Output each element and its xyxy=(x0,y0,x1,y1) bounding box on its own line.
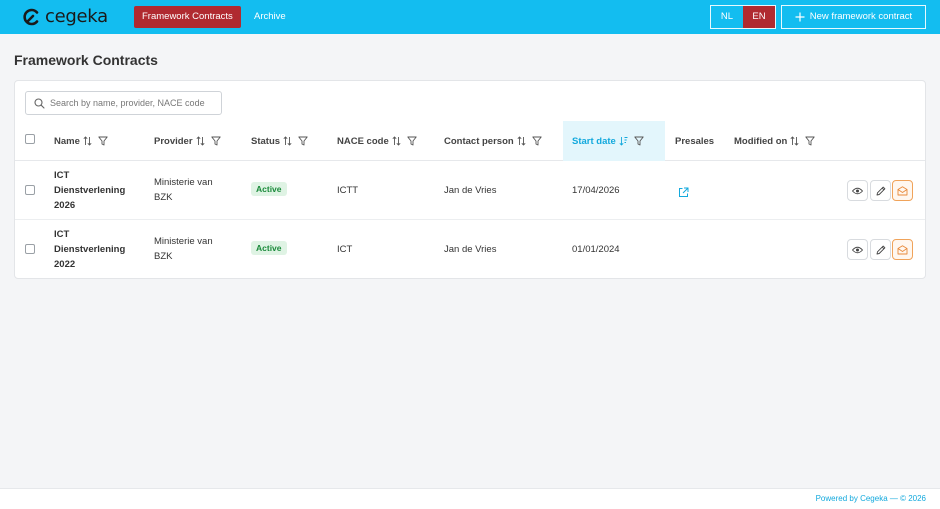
contact-person: Jan de Vries xyxy=(444,244,497,255)
cegeka-logo[interactable]: cegeka xyxy=(22,6,108,28)
sort-icon[interactable] xyxy=(517,136,526,146)
provider-line: BZK xyxy=(154,251,173,262)
column-header-name[interactable]: Name xyxy=(54,121,108,161)
view-button[interactable] xyxy=(847,239,868,260)
column-header-presales-label: Presales xyxy=(675,135,715,147)
eye-icon xyxy=(852,246,863,253)
column-header-modified-on[interactable]: Modified on xyxy=(734,121,815,161)
contract-name[interactable]: ICT Dienstverlening 2026 xyxy=(54,168,125,213)
language-nl-button[interactable]: NL xyxy=(711,6,743,28)
edit-button[interactable] xyxy=(870,180,891,201)
filter-icon[interactable] xyxy=(634,136,644,146)
footer: Powered by Cegeka — © 2026 xyxy=(0,488,940,509)
search-box xyxy=(25,91,222,115)
column-header-nace-code[interactable]: NACE code xyxy=(337,121,417,161)
contract-name-line: 2022 xyxy=(54,259,76,270)
pencil-icon xyxy=(876,245,885,254)
filter-icon[interactable] xyxy=(805,136,815,146)
pencil-icon xyxy=(876,186,885,195)
sort-icon[interactable] xyxy=(392,136,401,146)
provider-line: Ministerie van xyxy=(154,177,213,188)
status-badge: Active xyxy=(251,182,287,196)
column-header-contact-person[interactable]: Contact person xyxy=(444,121,542,161)
column-header-provider[interactable]: Provider xyxy=(154,121,221,161)
plus-icon xyxy=(795,12,805,22)
language-switcher: NL EN xyxy=(710,5,776,29)
cegeka-logo-mark-icon xyxy=(23,8,39,26)
sort-icon[interactable] xyxy=(790,136,799,146)
provider: Ministerie van BZK xyxy=(154,175,213,205)
column-header-start-date-label: Start date xyxy=(572,135,616,147)
contact-person: Jan de Vries xyxy=(444,185,497,196)
contract-name-line: 2026 xyxy=(54,200,76,211)
row-checkbox[interactable] xyxy=(25,185,35,195)
column-header-contact-person-label: Contact person xyxy=(444,135,514,147)
search-icon xyxy=(34,98,45,109)
row-checkbox[interactable] xyxy=(25,244,35,254)
external-link-icon[interactable] xyxy=(678,185,689,203)
footer-powered-by[interactable]: Powered by Cegeka — © 2026 xyxy=(816,494,926,503)
contract-name-line: ICT xyxy=(54,229,70,240)
filter-icon[interactable] xyxy=(298,136,308,146)
column-header-status[interactable]: Status xyxy=(251,121,308,161)
filter-icon[interactable] xyxy=(407,136,417,146)
status-badge: Active xyxy=(251,241,287,255)
contract-name-line: ICT xyxy=(54,170,70,181)
new-framework-contract-label: New framework contract xyxy=(809,11,913,22)
view-button[interactable] xyxy=(847,180,868,201)
mail-button[interactable] xyxy=(892,180,913,201)
mail-icon xyxy=(897,185,908,195)
page-title: Framework Contracts xyxy=(14,52,158,68)
mail-button[interactable] xyxy=(892,239,913,260)
table-header: Name Provider Status NACE code Contact p… xyxy=(15,121,925,161)
nace-code: ICT xyxy=(337,244,353,255)
contract-name-line: Dienstverlening xyxy=(54,185,126,196)
new-framework-contract-button[interactable]: New framework contract xyxy=(781,5,926,29)
filter-icon[interactable] xyxy=(532,136,542,146)
select-all-checkbox[interactable] xyxy=(25,134,35,144)
filter-icon[interactable] xyxy=(210,136,221,146)
table-row[interactable]: ICT Dienstverlening 2026 Ministerie van … xyxy=(15,161,925,220)
language-en-button[interactable]: EN xyxy=(743,6,775,28)
provider-line: Ministerie van xyxy=(154,236,213,247)
sort-icon[interactable] xyxy=(83,136,92,146)
contracts-table-card: Name Provider Status NACE code Contact p… xyxy=(14,80,926,279)
eye-icon xyxy=(852,187,863,194)
provider: Ministerie van BZK xyxy=(154,234,213,264)
filter-icon[interactable] xyxy=(98,136,108,146)
provider-line: BZK xyxy=(154,192,173,203)
nace-code: ICTT xyxy=(337,185,359,196)
sort-icon[interactable] xyxy=(283,136,292,146)
nav-framework-contracts[interactable]: Framework Contracts xyxy=(134,6,241,28)
contract-name-line: Dienstverlening xyxy=(54,244,126,255)
edit-button[interactable] xyxy=(870,239,891,260)
contract-name[interactable]: ICT Dienstverlening 2022 xyxy=(54,227,125,272)
sort-icon[interactable] xyxy=(196,136,205,146)
mail-icon xyxy=(897,244,908,254)
search-input[interactable] xyxy=(50,94,218,112)
start-date: 01/01/2024 xyxy=(572,244,620,255)
column-header-presales: Presales xyxy=(675,121,714,161)
column-header-modified-on-label: Modified on xyxy=(734,135,788,147)
nav-archive[interactable]: Archive xyxy=(254,6,286,28)
brand-name: cegeka xyxy=(45,5,108,27)
column-header-start-date[interactable]: Start date xyxy=(572,121,644,161)
column-header-name-label: Name xyxy=(54,135,80,147)
table-row[interactable]: ICT Dienstverlening 2022 Ministerie van … xyxy=(15,221,925,280)
top-navigation-bar: cegeka Framework Contracts Archive NL EN… xyxy=(0,0,940,34)
sort-descending-icon[interactable] xyxy=(619,136,628,146)
column-header-status-label: Status xyxy=(251,135,281,147)
start-date: 17/04/2026 xyxy=(572,185,620,196)
column-header-provider-label: Provider xyxy=(154,135,193,147)
column-header-nace-code-label: NACE code xyxy=(337,135,389,147)
